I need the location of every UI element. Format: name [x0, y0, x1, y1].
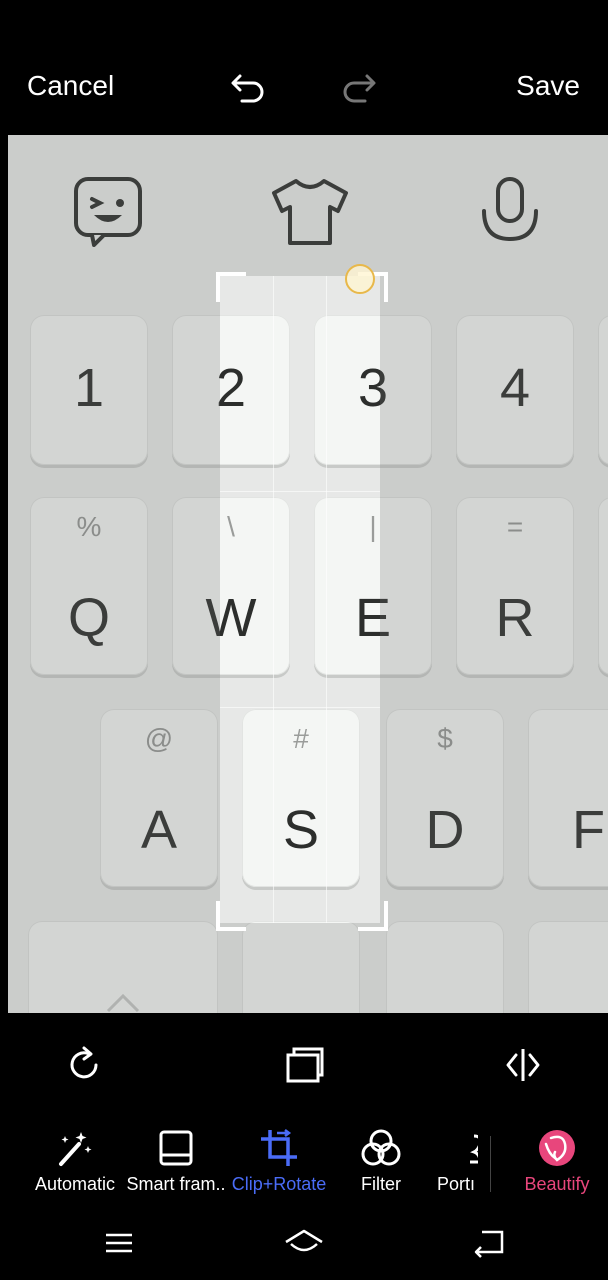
keyboard-key: |E — [314, 497, 380, 675]
key-label: 3 — [357, 358, 380, 418]
key-label: 4 — [499, 358, 531, 418]
key-label: A — [140, 800, 178, 860]
menu-item-clip-rotate[interactable]: Clip+Rotate — [230, 1128, 328, 1198]
redo-icon[interactable] — [339, 66, 379, 106]
beautify-face-icon — [539, 1130, 575, 1166]
keyboard-key — [386, 921, 504, 1013]
menu-item-automatic[interactable]: Automatic — [28, 1128, 122, 1198]
key-sublabel: % — [76, 511, 102, 542]
filter-icon — [361, 1129, 401, 1166]
key-label: D — [425, 800, 465, 860]
key-sublabel: @ — [144, 723, 174, 754]
key-sublabel: $ — [437, 723, 453, 754]
frame-icon — [159, 1130, 193, 1166]
flip-horizontal-icon[interactable] — [503, 1045, 543, 1085]
home-icon[interactable] — [284, 1228, 324, 1258]
key-sublabel: = — [506, 511, 524, 542]
keyboard-key: #S — [242, 709, 360, 887]
keyboard-key: $ D — [386, 709, 504, 887]
crop-grid-line — [273, 276, 274, 923]
crop-grid-line — [220, 491, 380, 492]
image-canvas[interactable]: 1 2 3 4 %Q \W |E =R @A #S $D F 2 3 \W |E… — [8, 135, 608, 1013]
key-label: Q — [67, 588, 110, 648]
key-sublabel: | — [369, 511, 377, 542]
menu-item-portrait[interactable]: Portı — [432, 1128, 478, 1198]
touch-indicator — [345, 264, 375, 294]
key-label: S — [282, 800, 320, 860]
rotate-icon[interactable] — [64, 1045, 104, 1085]
keyboard-key: 1 — [30, 315, 148, 465]
menu-item-label: Smart fram.. — [126, 1174, 226, 1194]
keyboard-key — [528, 921, 608, 1013]
crop-highlight: 2 3 \ W | E # S — [220, 276, 380, 923]
crop-grid-line — [220, 707, 380, 708]
menu-divider — [490, 1136, 491, 1192]
menu-item-label: Beautify — [524, 1174, 590, 1194]
top-bar: Cancel Save — [0, 0, 608, 135]
portrait-icon — [469, 1134, 478, 1164]
menu-item-filter[interactable]: Filter — [340, 1128, 422, 1198]
key-label: F — [572, 800, 605, 860]
keyboard-key: 2 — [220, 315, 290, 465]
emoji-sticker-icon — [74, 177, 142, 247]
key-sublabel: # — [293, 723, 309, 754]
menu-item-label: Clip+Rotate — [231, 1174, 327, 1194]
key-label: W — [220, 588, 257, 648]
keyboard-key: @ A — [100, 709, 218, 887]
key-sublabel: \ — [227, 511, 235, 542]
crop-handle-bottom-right[interactable] — [358, 901, 388, 931]
keyboard-key: % Q — [30, 497, 148, 675]
menu-item-label: Portı — [437, 1174, 476, 1194]
keyboard-key — [598, 315, 608, 465]
crop-handle-top-left[interactable] — [216, 272, 246, 302]
crop-handle-bottom-left[interactable] — [216, 901, 246, 931]
menu-icon[interactable] — [104, 1228, 134, 1258]
undo-icon[interactable] — [228, 66, 268, 106]
menu-item-smart-frame[interactable]: Smart fram.. — [124, 1128, 228, 1198]
keyboard-key — [242, 921, 360, 923]
tshirt-icon — [272, 179, 348, 245]
back-icon[interactable] — [472, 1228, 506, 1258]
microphone-icon — [482, 177, 538, 242]
menu-item-label: Automatic — [34, 1174, 116, 1194]
save-button[interactable]: Save — [516, 68, 580, 104]
keyboard-key: \W — [220, 497, 290, 675]
keyboard-key: 4 — [456, 315, 574, 465]
key-label: 2 — [220, 358, 247, 418]
key-label: E — [354, 588, 380, 648]
key-label: 1 — [73, 358, 105, 418]
crop-grid-line — [326, 276, 327, 923]
keyboard-key — [28, 921, 218, 1013]
menu-item-label: Filter — [361, 1174, 401, 1194]
aspect-ratio-icon[interactable] — [284, 1045, 324, 1085]
keyboard-key: = R — [456, 497, 574, 675]
cancel-button[interactable]: Cancel — [27, 68, 114, 104]
shift-arrow-icon — [106, 993, 140, 1013]
key-label: R — [495, 588, 535, 648]
crop-icon — [261, 1129, 297, 1166]
keyboard-key — [242, 921, 360, 1013]
keyboard-key: 3 — [314, 315, 380, 465]
keyboard-key — [598, 497, 608, 675]
menu-item-beautify[interactable]: Beautify — [514, 1128, 600, 1198]
keyboard-key: F — [528, 709, 608, 887]
magic-wand-icon — [59, 1132, 92, 1166]
